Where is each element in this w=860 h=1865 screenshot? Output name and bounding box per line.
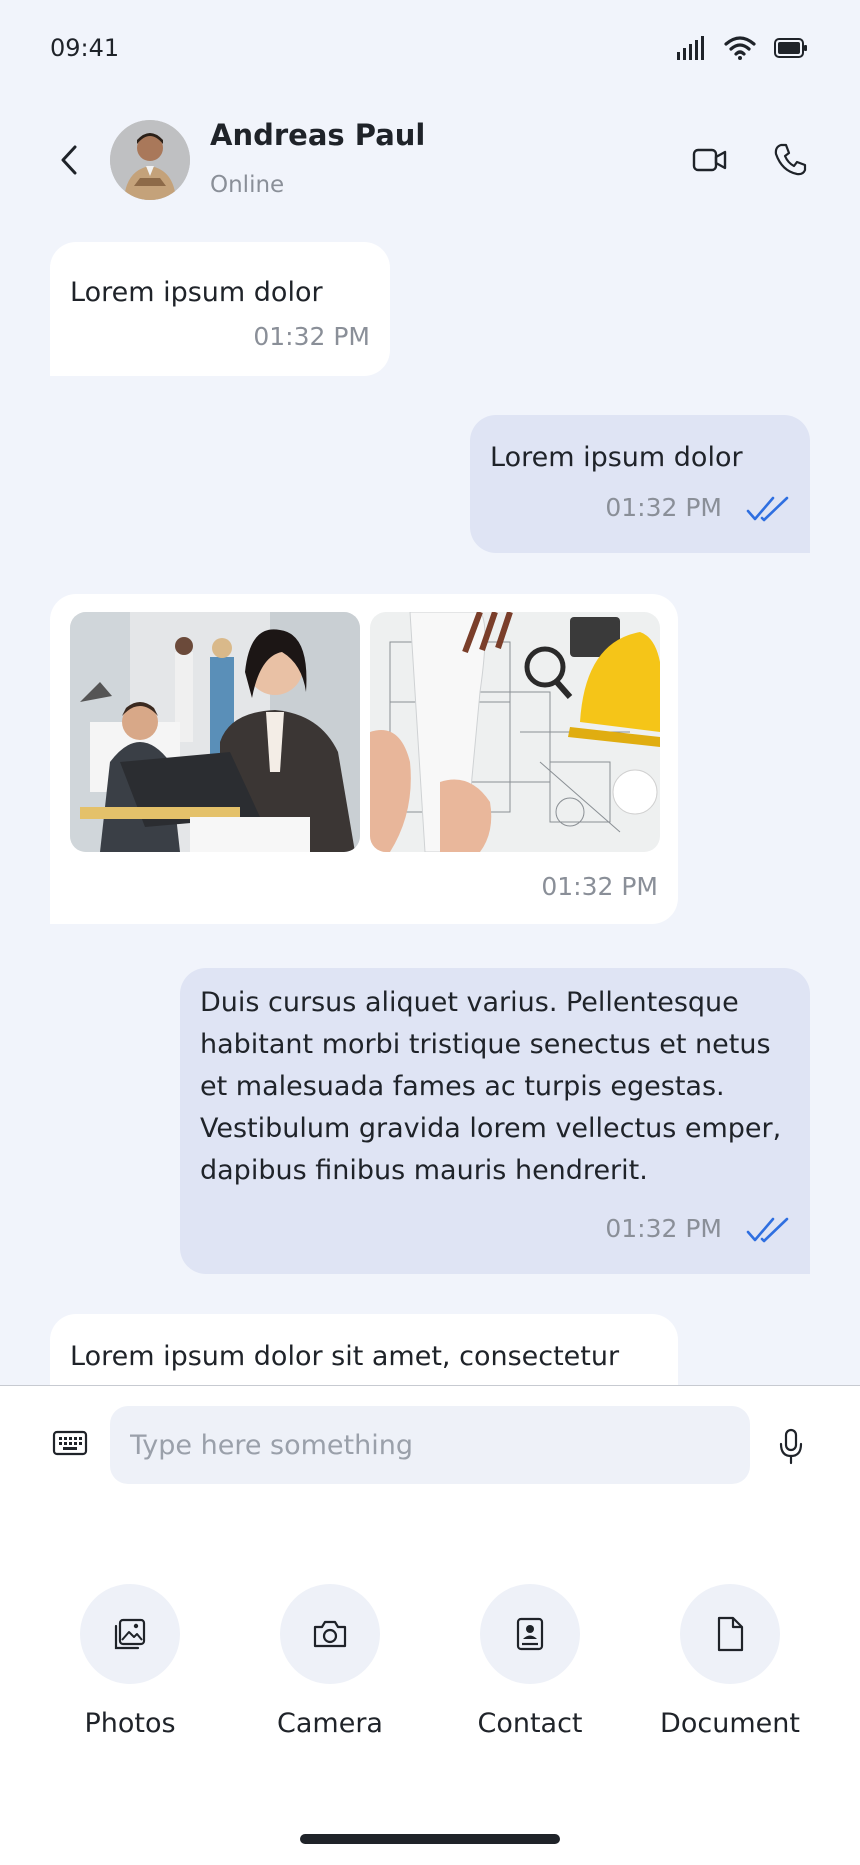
message-text: Lorem ipsum dolor bbox=[490, 442, 743, 473]
wifi-icon bbox=[724, 36, 756, 60]
keyboard-icon bbox=[52, 1430, 88, 1456]
contact-icon bbox=[480, 1584, 580, 1684]
attach-document-button[interactable]: Document bbox=[630, 1584, 830, 1739]
read-receipt-icon bbox=[746, 496, 789, 522]
keyboard-button[interactable] bbox=[52, 1428, 88, 1458]
attach-contact-button[interactable]: Contact bbox=[430, 1584, 630, 1739]
document-icon bbox=[680, 1584, 780, 1684]
contact-name: Andreas Paul bbox=[210, 118, 426, 152]
camera-icon bbox=[280, 1584, 380, 1684]
avatar[interactable] bbox=[110, 120, 190, 200]
message-input[interactable] bbox=[110, 1406, 750, 1484]
contact-status: Online bbox=[210, 172, 285, 198]
attach-label: Document bbox=[660, 1708, 800, 1739]
microphone-icon bbox=[779, 1428, 803, 1465]
message-text: Lorem ipsum dolor bbox=[70, 277, 323, 308]
attach-label: Camera bbox=[277, 1708, 383, 1739]
message-time: 01:32 PM bbox=[605, 493, 722, 522]
office-team-photo[interactable] bbox=[70, 612, 360, 852]
attach-label: Contact bbox=[477, 1708, 583, 1739]
image-message[interactable]: 01:32 PM bbox=[50, 594, 678, 924]
attach-photos-button[interactable]: Photos bbox=[30, 1584, 230, 1739]
message-bubble-incoming[interactable]: Lorem ipsum dolor 01:32 PM bbox=[50, 242, 390, 376]
photos-icon bbox=[80, 1584, 180, 1684]
phone-call-button[interactable] bbox=[770, 140, 810, 180]
read-receipt-icon bbox=[746, 1217, 789, 1243]
signal-icon bbox=[677, 36, 704, 60]
home-indicator bbox=[300, 1834, 560, 1844]
chat-thread[interactable]: Lorem ipsum dolor 01:32 PM Lorem ipsum d… bbox=[0, 232, 860, 1385]
status-icons bbox=[676, 36, 808, 60]
video-call-button[interactable] bbox=[690, 140, 730, 180]
message-time: 01:32 PM bbox=[605, 1214, 722, 1243]
video-call-icon bbox=[692, 148, 727, 172]
microphone-button[interactable] bbox=[776, 1426, 806, 1466]
message-text: Duis cursus aliquet varius. Pellentesque… bbox=[200, 987, 782, 1186]
message-time: 01:32 PM bbox=[253, 322, 370, 351]
phone-call-icon bbox=[774, 143, 807, 176]
status-time: 09:41 bbox=[50, 34, 120, 62]
back-button[interactable] bbox=[54, 140, 84, 180]
blueprint-helmet-photo[interactable] bbox=[370, 612, 660, 852]
message-bubble-outgoing[interactable]: Lorem ipsum dolor 01:32 PM bbox=[470, 415, 810, 553]
message-bubble-outgoing[interactable]: Duis cursus aliquet varius. Pellentesque… bbox=[180, 968, 810, 1274]
message-time: 01:32 PM bbox=[541, 872, 658, 901]
message-bubble-incoming[interactable]: Lorem ipsum dolor sit amet, consectetur bbox=[50, 1314, 678, 1385]
message-text: Lorem ipsum dolor sit amet, consectetur bbox=[70, 1341, 620, 1372]
back-icon bbox=[61, 145, 77, 175]
battery-icon bbox=[774, 38, 807, 58]
attach-camera-button[interactable]: Camera bbox=[230, 1584, 430, 1739]
attach-label: Photos bbox=[84, 1708, 176, 1739]
